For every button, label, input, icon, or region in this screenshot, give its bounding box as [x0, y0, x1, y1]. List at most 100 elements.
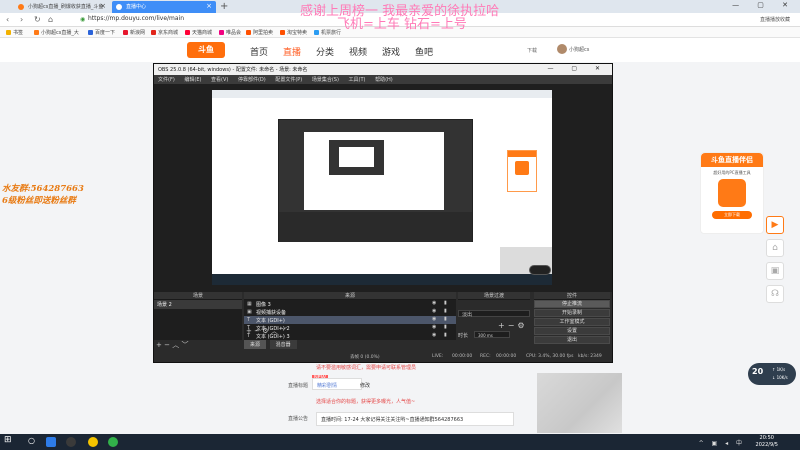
- gear-icon[interactable]: ⚙: [517, 321, 527, 330]
- download-link[interactable]: 下载: [527, 47, 537, 54]
- obs-icon[interactable]: [66, 437, 76, 447]
- menu-tools[interactable]: 工具(T): [349, 77, 366, 83]
- clock[interactable]: 20:50 2022/9/5: [756, 435, 778, 449]
- eye-icon[interactable]: ◉: [432, 332, 436, 338]
- title-input[interactable]: 精彩剧情: [312, 378, 362, 390]
- app-icon[interactable]: [88, 437, 98, 447]
- scene-item[interactable]: 场景 2: [154, 300, 242, 309]
- menu-profile[interactable]: 配置文件(P): [275, 77, 302, 83]
- lock-icon[interactable]: ▮: [444, 316, 447, 322]
- stop-stream-button[interactable]: 停止推流: [534, 300, 610, 308]
- search-icon[interactable]: ○: [28, 436, 38, 446]
- remove-icon[interactable]: −: [508, 321, 518, 330]
- close-icon[interactable]: ×: [100, 2, 106, 10]
- remove-icon[interactable]: −: [254, 327, 260, 335]
- bookmark-item[interactable]: 新浪网: [123, 29, 145, 36]
- gear-icon[interactable]: ⚙: [262, 327, 268, 335]
- douyu-icon: [34, 30, 39, 35]
- bookmark-item[interactable]: 京东商城: [151, 29, 178, 36]
- user-menu[interactable]: 小狗超cs: [557, 44, 589, 54]
- windows-start-icon[interactable]: ⊞: [4, 435, 14, 445]
- bookmark-item[interactable]: 唯品会: [219, 29, 241, 36]
- obs-preview[interactable]: [154, 84, 612, 292]
- chevron-up-icon[interactable]: ︿: [271, 327, 278, 335]
- bookmark-item[interactable]: 淘宝特卖: [280, 29, 307, 36]
- eye-icon[interactable]: ◉: [432, 316, 436, 322]
- scene-toolbar: + − ︿ ﹀: [156, 340, 188, 350]
- home-icon[interactable]: ⌂: [766, 239, 784, 257]
- source-item[interactable]: ▦ 图像 3 ◉ ▮: [244, 300, 456, 308]
- menu-scene-collection[interactable]: 场景集合(S): [312, 77, 339, 83]
- play-icon[interactable]: ▶: [766, 216, 784, 234]
- menu-view[interactable]: 查看(V): [211, 77, 228, 83]
- duration-input[interactable]: 300 ms: [474, 331, 510, 338]
- nav-live[interactable]: 直播: [283, 45, 301, 58]
- promo-card[interactable]: 斗鱼直播伴侣 超好用的PC直播工具 立即下载: [700, 152, 764, 234]
- network-widget[interactable]: 20 ↑ 1K/s ↓ 10K/s: [748, 363, 796, 385]
- start-record-button[interactable]: 开始录制: [534, 309, 610, 317]
- nav-home[interactable]: 首页: [250, 45, 268, 58]
- menu-docks[interactable]: 停靠部件(D): [238, 77, 266, 83]
- bookmark-item[interactable]: 阿里拍卖: [246, 29, 273, 36]
- transition-select[interactable]: 淡出: [458, 310, 530, 318]
- settings-button[interactable]: 设置: [534, 327, 610, 335]
- nav-category[interactable]: 分类: [316, 45, 334, 58]
- star-icon: [6, 30, 11, 35]
- obs-window-controls[interactable]: — ▢ ✕: [547, 65, 608, 72]
- chevron-up-icon[interactable]: ︿: [172, 341, 179, 349]
- app-icon[interactable]: ▣: [766, 262, 784, 280]
- system-tray[interactable]: ^ ▣ ◂ 中: [699, 438, 745, 447]
- tab-mixer[interactable]: 混音器: [269, 340, 297, 349]
- bookmark-shortcut[interactable]: 直播播放收藏: [760, 16, 790, 23]
- duration-label: 时长: [458, 333, 469, 339]
- browser-icon[interactable]: [46, 437, 56, 447]
- wechat-icon[interactable]: [108, 437, 118, 447]
- chevron-down-icon[interactable]: ﹀: [181, 341, 188, 349]
- promo-download-button[interactable]: 立即下载: [712, 211, 752, 219]
- add-icon[interactable]: +: [498, 321, 508, 330]
- chevron-down-icon[interactable]: ﹀: [280, 327, 287, 335]
- source-item[interactable]: T 文本 (GDI+) ◉ ▮: [244, 316, 456, 324]
- lock-icon[interactable]: ▮: [444, 308, 447, 314]
- browser-tab[interactable]: 小狗超cs直播_刷爆收获直播_斗鱼 ×: [14, 1, 110, 13]
- remove-icon[interactable]: −: [164, 341, 170, 349]
- window-controls[interactable]: — ▢ ✕: [732, 1, 796, 9]
- menu-file[interactable]: 文件(F): [158, 77, 175, 83]
- source-item[interactable]: ▣ 视频捕获设备 ◉ ▮: [244, 308, 456, 316]
- eye-icon[interactable]: ◉: [432, 300, 436, 306]
- edit-title-button[interactable]: 修改: [360, 382, 370, 389]
- studio-mode-button[interactable]: 工作室模式: [534, 318, 610, 326]
- bookmark-item[interactable]: 天猫商城: [185, 29, 212, 36]
- live-label: LIVE:: [432, 354, 444, 359]
- bookmark-item[interactable]: 百度一下: [88, 29, 115, 36]
- bookmark-item[interactable]: 书签: [6, 29, 23, 36]
- menu-edit[interactable]: 编辑(E): [184, 77, 201, 83]
- menu-help[interactable]: 帮助(H): [375, 77, 393, 83]
- bookmark-item[interactable]: 小狗超cs直播_大: [34, 29, 79, 36]
- title-hint: 选择适合你的标题，获得更多曝光，人气值~: [316, 399, 416, 405]
- lock-icon[interactable]: ▮: [444, 324, 447, 330]
- obs-title-bar: OBS 25.0.8 (64-bit, windows) - 配置文件: 未命名…: [154, 64, 612, 75]
- headset-icon[interactable]: ☊: [766, 285, 784, 303]
- douyu-logo[interactable]: 斗鱼: [187, 42, 225, 58]
- browser-tab-active[interactable]: 直播中心 ×: [112, 1, 216, 13]
- tab-sources[interactable]: 来源: [244, 340, 267, 349]
- lock-icon[interactable]: ▮: [444, 332, 447, 338]
- nav-fishbar[interactable]: 鱼吧: [415, 45, 433, 58]
- nav-video[interactable]: 视频: [349, 45, 367, 58]
- add-icon[interactable]: +: [156, 341, 162, 349]
- eye-icon[interactable]: ◉: [432, 324, 436, 330]
- new-tab-icon[interactable]: +: [220, 1, 228, 12]
- lock-icon[interactable]: ▮: [444, 300, 447, 306]
- close-icon[interactable]: ×: [206, 2, 212, 10]
- add-icon[interactable]: +: [246, 327, 252, 335]
- exit-button[interactable]: 退出: [534, 336, 610, 344]
- eye-icon[interactable]: ◉: [432, 308, 436, 314]
- nav-game[interactable]: 游戏: [382, 45, 400, 58]
- back-icon[interactable]: ‹: [6, 15, 9, 24]
- notice-input[interactable]: 直播时间: 17-24 大家记得关注关注哟~直播通知群564287663: [316, 412, 514, 426]
- home-icon[interactable]: ⌂: [48, 15, 53, 24]
- url-text: https://mp.douyu.com/live/main: [88, 15, 185, 22]
- forward-icon[interactable]: ›: [20, 15, 23, 24]
- refresh-icon[interactable]: ↻: [34, 15, 41, 24]
